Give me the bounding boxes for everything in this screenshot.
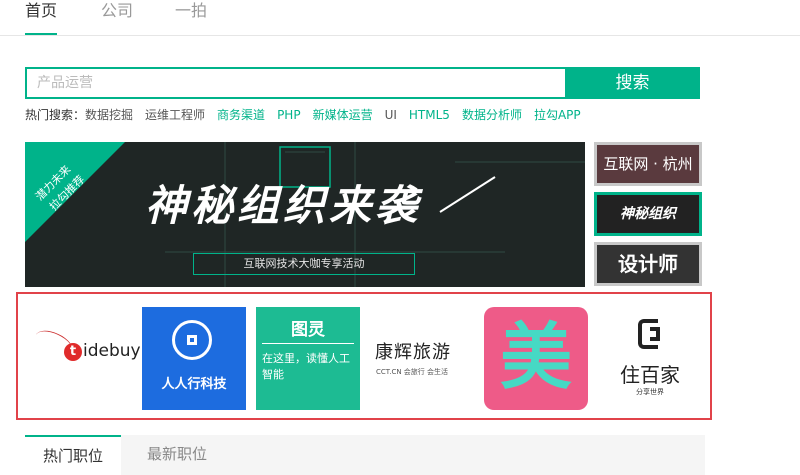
zhubaijia-mark-icon-part bbox=[650, 327, 660, 341]
side-banner-secret[interactable]: 神秘组织 bbox=[594, 192, 702, 236]
logo-mei[interactable]: 美 bbox=[484, 307, 588, 410]
tab-company[interactable]: 公司 bbox=[101, 0, 133, 33]
tab-hot-jobs[interactable]: 热门职位 bbox=[25, 435, 122, 475]
coin-icon bbox=[172, 320, 212, 360]
hot-keyword[interactable]: 数据分析师 bbox=[462, 108, 522, 122]
hot-keyword[interactable]: 运维工程师 bbox=[145, 108, 205, 122]
zhubaijia-title: 住百家 bbox=[620, 363, 680, 387]
job-tabs: 热门职位 最新职位 bbox=[25, 435, 705, 475]
logo-renren[interactable]: 人人行科技 bbox=[142, 307, 246, 410]
side-banner-designer[interactable]: 设计师 bbox=[594, 242, 702, 286]
kanghui-title: 康辉旅游 bbox=[375, 342, 451, 363]
tidebuy-wordmark: idebuy bbox=[83, 341, 141, 361]
tab-home[interactable]: 首页 bbox=[25, 0, 58, 35]
search-input[interactable] bbox=[27, 69, 565, 97]
company-logos-strip: t idebuy 人人行科技 图灵 在这里，读懂人工智能 康辉旅游 CCT.CN… bbox=[16, 292, 712, 420]
hot-search-label: 热门搜索： bbox=[25, 108, 86, 122]
hot-keyword[interactable]: 拉勾APP bbox=[534, 108, 581, 122]
tab-new-jobs[interactable]: 最新职位 bbox=[129, 435, 225, 475]
logo-kanghui[interactable]: 康辉旅游 CCT.CN 会旅行 会生活 bbox=[370, 307, 474, 410]
tuling-title: 图灵 bbox=[291, 320, 325, 340]
divider bbox=[262, 343, 354, 344]
hot-keyword[interactable]: UI bbox=[385, 108, 397, 122]
zhubaijia-subtitle: 分享世界 bbox=[636, 388, 664, 396]
hot-keyword[interactable]: PHP bbox=[277, 108, 301, 122]
tuling-slogan: 在这里，读懂人工智能 bbox=[262, 352, 350, 381]
hot-keyword[interactable]: 新媒体运营 bbox=[313, 108, 373, 122]
search-button[interactable]: 搜索 bbox=[565, 67, 700, 99]
top-nav: 首页 公司 一拍 bbox=[0, 0, 800, 36]
banner-subline: 互联网技术大咖专享活动 bbox=[193, 253, 415, 275]
tab-yipai[interactable]: 一拍 bbox=[175, 0, 207, 33]
logo-tuling[interactable]: 图灵 在这里，读懂人工智能 bbox=[256, 307, 360, 410]
banner-headline: 神秘组织来袭 bbox=[145, 181, 422, 230]
tidebuy-t-mark: t bbox=[64, 343, 82, 361]
search-box bbox=[25, 67, 565, 99]
hot-keyword[interactable]: 数据挖掘 bbox=[85, 108, 133, 122]
logo-zhubaijia[interactable]: 住百家 分享世界 bbox=[598, 307, 702, 410]
hot-keyword[interactable]: HTML5 bbox=[409, 108, 450, 122]
hot-keyword[interactable]: 商务渠道 bbox=[217, 108, 265, 122]
logo-tidebuy[interactable]: t idebuy bbox=[28, 307, 141, 410]
mei-character: 美 bbox=[499, 315, 572, 399]
hot-search-bar: 热门搜索：数据挖掘 运维工程师 商务渠道 PHP 新媒体运营 UI HTML5 数据分析师 拉勾… bbox=[25, 106, 581, 123]
side-banner-hangzhou[interactable]: 互联网 · 杭州 bbox=[594, 142, 702, 186]
kanghui-subtitle: CCT.CN 会旅行 会生活 bbox=[376, 368, 449, 376]
renren-name: 人人行科技 bbox=[161, 377, 227, 392]
main-banner[interactable]: 潜力未来 拉勾推荐 神秘组织来袭 互联网技术大咖专享活动 bbox=[25, 142, 585, 287]
